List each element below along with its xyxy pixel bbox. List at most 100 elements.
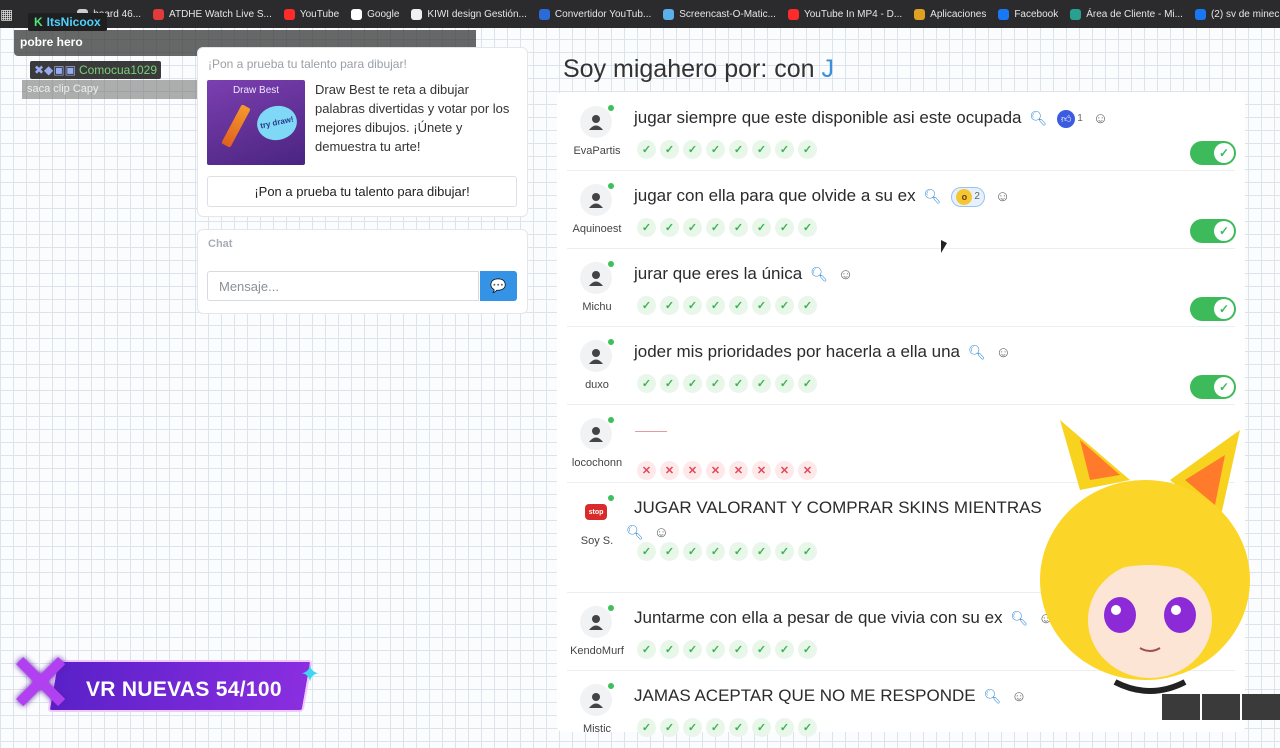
validate-toggle[interactable]: ✓ [1190,219,1236,243]
user-icon [589,271,603,286]
thumbs-up-icon: 👍︎ [1057,109,1076,128]
check-icon: ✓ [798,374,817,393]
overlay-msg-text: saca clip Capy [27,83,99,95]
username[interactable]: Soy S. [557,535,637,547]
check-icon: ✓ [729,140,748,159]
check-icon: ✓ [729,296,748,315]
answer-phrase: jurar que eres la única 🔍︎ ☺︎ [634,264,853,284]
add-reaction-icon[interactable]: ☺︎ [1093,110,1108,127]
answer-text: JAMAS ACEPTAR QUE NO ME RESPONDE [634,686,976,705]
check-icon: ✓ [660,296,679,315]
bookmark-item[interactable]: YouTube In MP4 - D... [782,8,908,20]
bookmark-item[interactable]: Convertidor YouTub... [533,8,657,20]
promo-button[interactable]: ¡Pon a prueba tu talento para dibujar! [207,176,517,207]
search-icon[interactable]: 🔍︎ [626,524,644,541]
avatar-eye-shine-left [1111,605,1121,615]
answer-phrase: JAMAS ACEPTAR QUE NO ME RESPONDE 🔍︎ ☺︎ [634,686,1027,706]
check-icon: ✓ [752,374,771,393]
chat-title: Chat [208,238,233,250]
surprised-face-icon: o [956,188,973,205]
user-avatar[interactable] [580,105,614,138]
validate-toggle[interactable]: ✓ [1190,297,1236,321]
add-reaction-icon[interactable]: ☺︎ [996,344,1011,361]
bookmark-item[interactable]: Área de Cliente - Mi... [1064,8,1189,20]
answer-text: Juntarme con ella a pesar de que vivia c… [634,608,1003,627]
user-avatar[interactable] [580,339,614,372]
check-icon: ✓ [683,140,702,159]
check-icon: ✓ [683,296,702,315]
bookmark-favicon-icon [663,8,675,20]
bookmark-item[interactable]: Aplicaciones [908,8,992,20]
bookmark-label: Facebook [1014,8,1059,20]
check-icon: ✓ [775,542,794,561]
like-reaction[interactable]: 👍︎ 1 [1057,109,1083,128]
check-icon: ✓ [637,640,656,659]
user-icon [589,693,603,708]
bookmark-label: ATDHE Watch Live S... [169,8,272,20]
username[interactable]: Aquinoest [557,223,637,235]
search-icon[interactable]: 🔍︎ [1029,110,1047,127]
wow-reaction[interactable]: o2 [951,186,985,207]
bookmark-item[interactable]: Screencast-O-Matic... [657,8,782,20]
check-icon: ✓ [798,640,817,659]
overlay-user-text: Comocua1029 [78,63,158,77]
username[interactable]: duxo [557,379,637,391]
chat-message-input[interactable] [207,271,479,301]
user-avatar[interactable] [580,683,614,716]
check-icon: ✓ [683,374,702,393]
bookmark-item[interactable]: Google [345,8,405,20]
bookmark-favicon-icon [787,8,799,20]
bookmark-item[interactable]: ATDHE Watch Live S... [147,8,278,20]
validate-toggle[interactable]: ✓ [1190,141,1236,165]
answer-phrase: JUGAR VALORANT Y COMPRAR SKINS MIENTRAS 🔍… [626,498,1042,541]
overlay-chat-username-2: ✖◆▣▣ Comocua1029 [30,61,162,79]
check-icon: ✓ [637,374,656,393]
check-icon: ✓ [1214,377,1234,397]
user-avatar[interactable]: stop [580,495,614,528]
username[interactable]: Michu [557,301,637,313]
vote-marks: ✓ ✓ ✓ ✓ ✓ ✓ ✓ ✓ [637,542,817,561]
check-icon: ✓ [729,640,748,659]
check-icon: ✓ [729,542,748,561]
answer-tools: 🔍︎ 👍︎ 1 ☺︎ [1029,109,1108,128]
row-divider [567,404,1235,405]
check-icon: ✓ [637,296,656,315]
search-icon[interactable]: 🔍︎ [968,344,986,361]
validate-toggle[interactable]: ✓ [1190,375,1236,399]
vote-marks: ✓ ✓ ✓ ✓ ✓ ✓ ✓ ✓ [637,296,817,315]
check-icon: ✓ [683,218,702,237]
bookmark-item[interactable]: KIWI design Gestión... [405,8,533,20]
search-icon[interactable]: 🔍︎ [924,188,942,205]
answer-text: jugar siempre que este disponible asi es… [634,108,1022,127]
add-reaction-icon[interactable]: ☺︎ [654,524,669,541]
search-icon[interactable]: 🔍︎ [984,688,1002,705]
webcam-thumbnails [1162,694,1280,720]
user-avatar[interactable] [580,183,614,216]
user-avatar[interactable] [580,605,614,638]
search-icon[interactable]: 🔍︎ [810,266,828,283]
username[interactable]: EvaPartis [557,145,637,157]
badge-icons: ✖◆▣▣ [34,63,76,77]
check-icon: ✓ [637,218,656,237]
answer-text: joder mis prioridades por hacerla a ella… [634,342,961,361]
avatar-right-eye [1164,597,1196,633]
check-icon: ✓ [1214,221,1234,241]
check-icon: ✓ [775,296,794,315]
bookmark-favicon-icon [283,8,295,20]
send-message-button[interactable]: 💬 [480,271,517,301]
bookmark-item[interactable]: YouTube [278,8,345,20]
user-avatar[interactable] [580,261,614,294]
reaction-count: 1 [1077,113,1083,125]
apps-grid-icon[interactable]: ▦ [0,6,13,23]
check-icon: ✓ [729,718,748,737]
add-reaction-icon[interactable]: ☺︎ [838,266,853,283]
check-icon: ✓ [683,542,702,561]
add-reaction-icon[interactable]: ☺︎ [995,188,1010,205]
bookmark-item[interactable]: Facebook [992,8,1064,20]
username[interactable]: locochonn [557,457,637,469]
bookmark-item[interactable]: (2) sv de minecraft... [1189,8,1280,20]
user-avatar[interactable] [580,417,614,450]
draw-best-image[interactable]: Draw Best try draw! [207,80,305,165]
username[interactable]: KendoMurf [557,645,637,657]
username[interactable]: Mistic [557,723,637,735]
